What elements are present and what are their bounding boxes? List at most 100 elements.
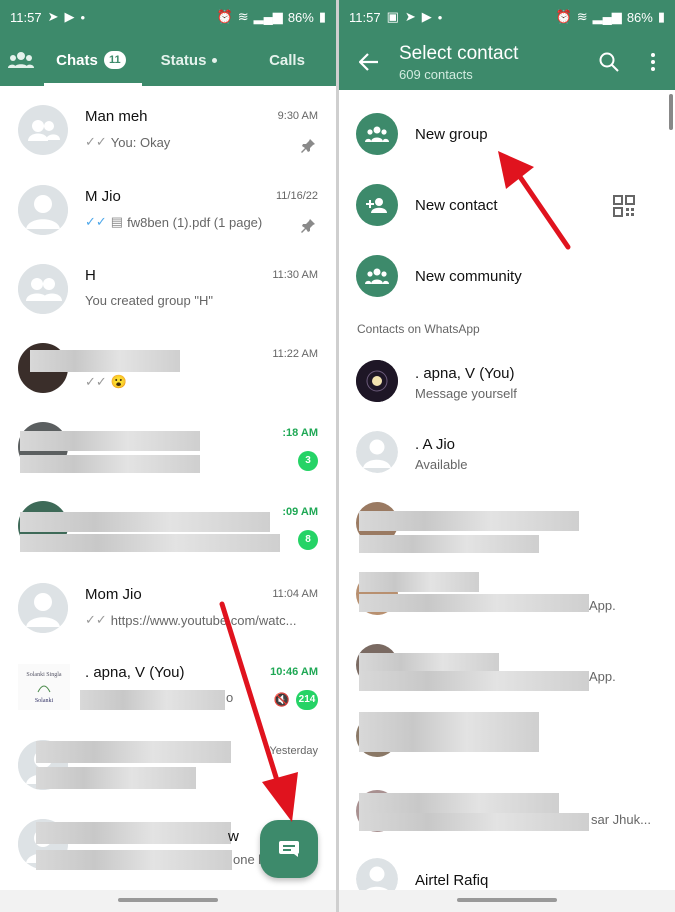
section-header: Contacts on WhatsApp (357, 322, 480, 336)
chat-name: M Jio (85, 188, 121, 205)
contact-name: Airtel Rafiq (415, 872, 489, 889)
chat-time: 11:04 AM (272, 588, 318, 600)
chat-name: H (85, 267, 96, 284)
status-time: 11:57 (349, 9, 381, 25)
contact-row[interactable]: . A Jio Available (339, 418, 675, 488)
new-chat-icon (279, 841, 299, 857)
chat-preview: ✓✓ ▤ fw8ben (1).pdf (1 page) (85, 214, 262, 230)
wifi-icon: ≋ (576, 9, 588, 24)
blurred-name (36, 822, 231, 844)
back-button[interactable] (339, 53, 399, 71)
unread-count: 3 (298, 451, 318, 471)
tab-calls[interactable]: Calls (238, 34, 336, 86)
chat-time: 11/16/22 (275, 190, 318, 202)
new-contact-avatar (356, 184, 398, 226)
chat-time: 11:30 AM (272, 269, 318, 281)
emoji-icon: 😮 (110, 374, 127, 389)
blurred-name (30, 350, 180, 372)
chat-time: :09 AM (282, 506, 318, 518)
contact-status: Message yourself (415, 386, 517, 401)
tab-status-label: Status (160, 51, 207, 69)
contact-row[interactable]: sar Jhuk... (339, 777, 675, 847)
chat-preview-text: o (226, 690, 234, 705)
tab-status[interactable]: Status (140, 34, 238, 86)
telegram-icon: ➤ (404, 9, 416, 24)
contact-avatar (18, 583, 68, 633)
contact-row[interactable]: . apna, V (You) Message yourself (339, 347, 675, 417)
alarm-icon: ⏰ (555, 9, 572, 24)
community-icon (365, 268, 389, 284)
header-title-block: Select contact 609 contacts (399, 43, 587, 82)
add-person-icon (366, 198, 387, 213)
double-check-icon: ✓✓ (85, 612, 107, 627)
group-avatar (18, 105, 68, 155)
qr-code-icon[interactable] (613, 195, 635, 217)
contact-row[interactable]: App. (339, 560, 675, 630)
blurred-contact-name (359, 793, 559, 813)
blurred-contact-status (359, 813, 589, 831)
document-icon: ▤ (110, 214, 124, 229)
svg-text:Solanki: Solanki (35, 698, 54, 704)
search-button[interactable] (587, 52, 631, 72)
status-bar: 11:57 ➤ ▶ • ⏰ ≋ ▂▄▆ 86% ▮ (0, 0, 336, 34)
back-arrow-icon (359, 53, 378, 71)
chat-time: :18 AM (282, 427, 318, 439)
pin-icon (301, 139, 315, 153)
chat-row[interactable]: M Jio ✓✓ ▤ fw8ben (1).pdf (1 page) 11/16… (0, 172, 336, 250)
chat-preview-text: You: Okay (110, 134, 171, 150)
chat-row[interactable]: :09 AM 8 (0, 488, 336, 566)
new-group-option[interactable]: New group (339, 100, 675, 170)
chat-row[interactable]: ✓✓ 😮 11:22 AM (0, 330, 336, 408)
more-options-button[interactable] (631, 52, 675, 72)
blurred-contact-name (359, 653, 499, 673)
home-indicator[interactable] (118, 898, 218, 902)
blurred-contact-status (359, 734, 539, 752)
chat-row[interactable]: Solanki Singla Solanki . apna, V (You) o … (0, 648, 336, 726)
chat-row[interactable]: Man meh ✓✓ You: Okay 9:30 AM (0, 92, 336, 170)
chat-row[interactable]: :18 AM 3 (0, 409, 336, 487)
new-group-avatar (356, 113, 398, 155)
contact-row[interactable] (339, 489, 675, 559)
contact-row[interactable]: App. (339, 631, 675, 701)
contact-row[interactable] (339, 702, 675, 772)
chat-row[interactable]: Yesterday (0, 727, 336, 805)
notification-dot-icon: • (437, 9, 443, 25)
status-new-dot (212, 57, 218, 63)
tab-bar: Chats 11 Status Calls (0, 34, 336, 86)
search-icon (599, 52, 619, 72)
contact-avatar: Solanki Singla Solanki (18, 664, 70, 710)
communities-icon (8, 52, 34, 68)
new-group-label: New group (415, 126, 488, 143)
svg-text:Solanki Singla: Solanki Singla (26, 672, 62, 678)
chat-preview-text: You created group "H" (85, 293, 214, 308)
contact-status: App. (589, 598, 616, 613)
double-check-blue-icon: ✓✓ (85, 214, 107, 229)
signal-icon: ▂▄▆ (253, 9, 283, 24)
tab-communities[interactable] (0, 34, 42, 86)
chat-preview: ✓✓ You: Okay (85, 134, 170, 150)
blurred-preview (20, 534, 280, 552)
chat-row[interactable]: H You created group "H" 11:30 AM (0, 251, 336, 329)
tab-chats[interactable]: Chats 11 (42, 34, 140, 86)
blurred-contact-name (359, 511, 579, 531)
new-community-label: New community (415, 268, 522, 285)
alarm-icon: ⏰ (216, 9, 233, 24)
home-indicator[interactable] (457, 898, 557, 902)
toolbar: Select contact 609 contacts (339, 34, 675, 90)
blurred-contact-name (359, 572, 479, 592)
new-contact-option[interactable]: New contact (339, 171, 675, 241)
new-community-option[interactable]: New community (339, 242, 675, 312)
new-chat-button[interactable] (260, 820, 318, 878)
gallery-icon: ▣ (386, 9, 399, 24)
chats-unread-badge: 11 (103, 51, 126, 69)
chat-row[interactable]: Mom Jio ✓✓ https://www.youtube.com/watc.… (0, 570, 336, 648)
chat-preview: o (226, 690, 233, 705)
blurred-contact-name (359, 712, 539, 734)
chat-name: Mom Jio (85, 586, 142, 603)
chat-time: 11:22 AM (272, 348, 318, 360)
blurred-contact-status (359, 671, 589, 691)
app-header: 11:57 ➤ ▶ • ⏰ ≋ ▂▄▆ 86% ▮ Chats 11 Statu… (0, 0, 336, 86)
blurred-name (20, 431, 200, 451)
tab-calls-label: Calls (269, 51, 305, 69)
unread-count: 214 (296, 690, 318, 710)
